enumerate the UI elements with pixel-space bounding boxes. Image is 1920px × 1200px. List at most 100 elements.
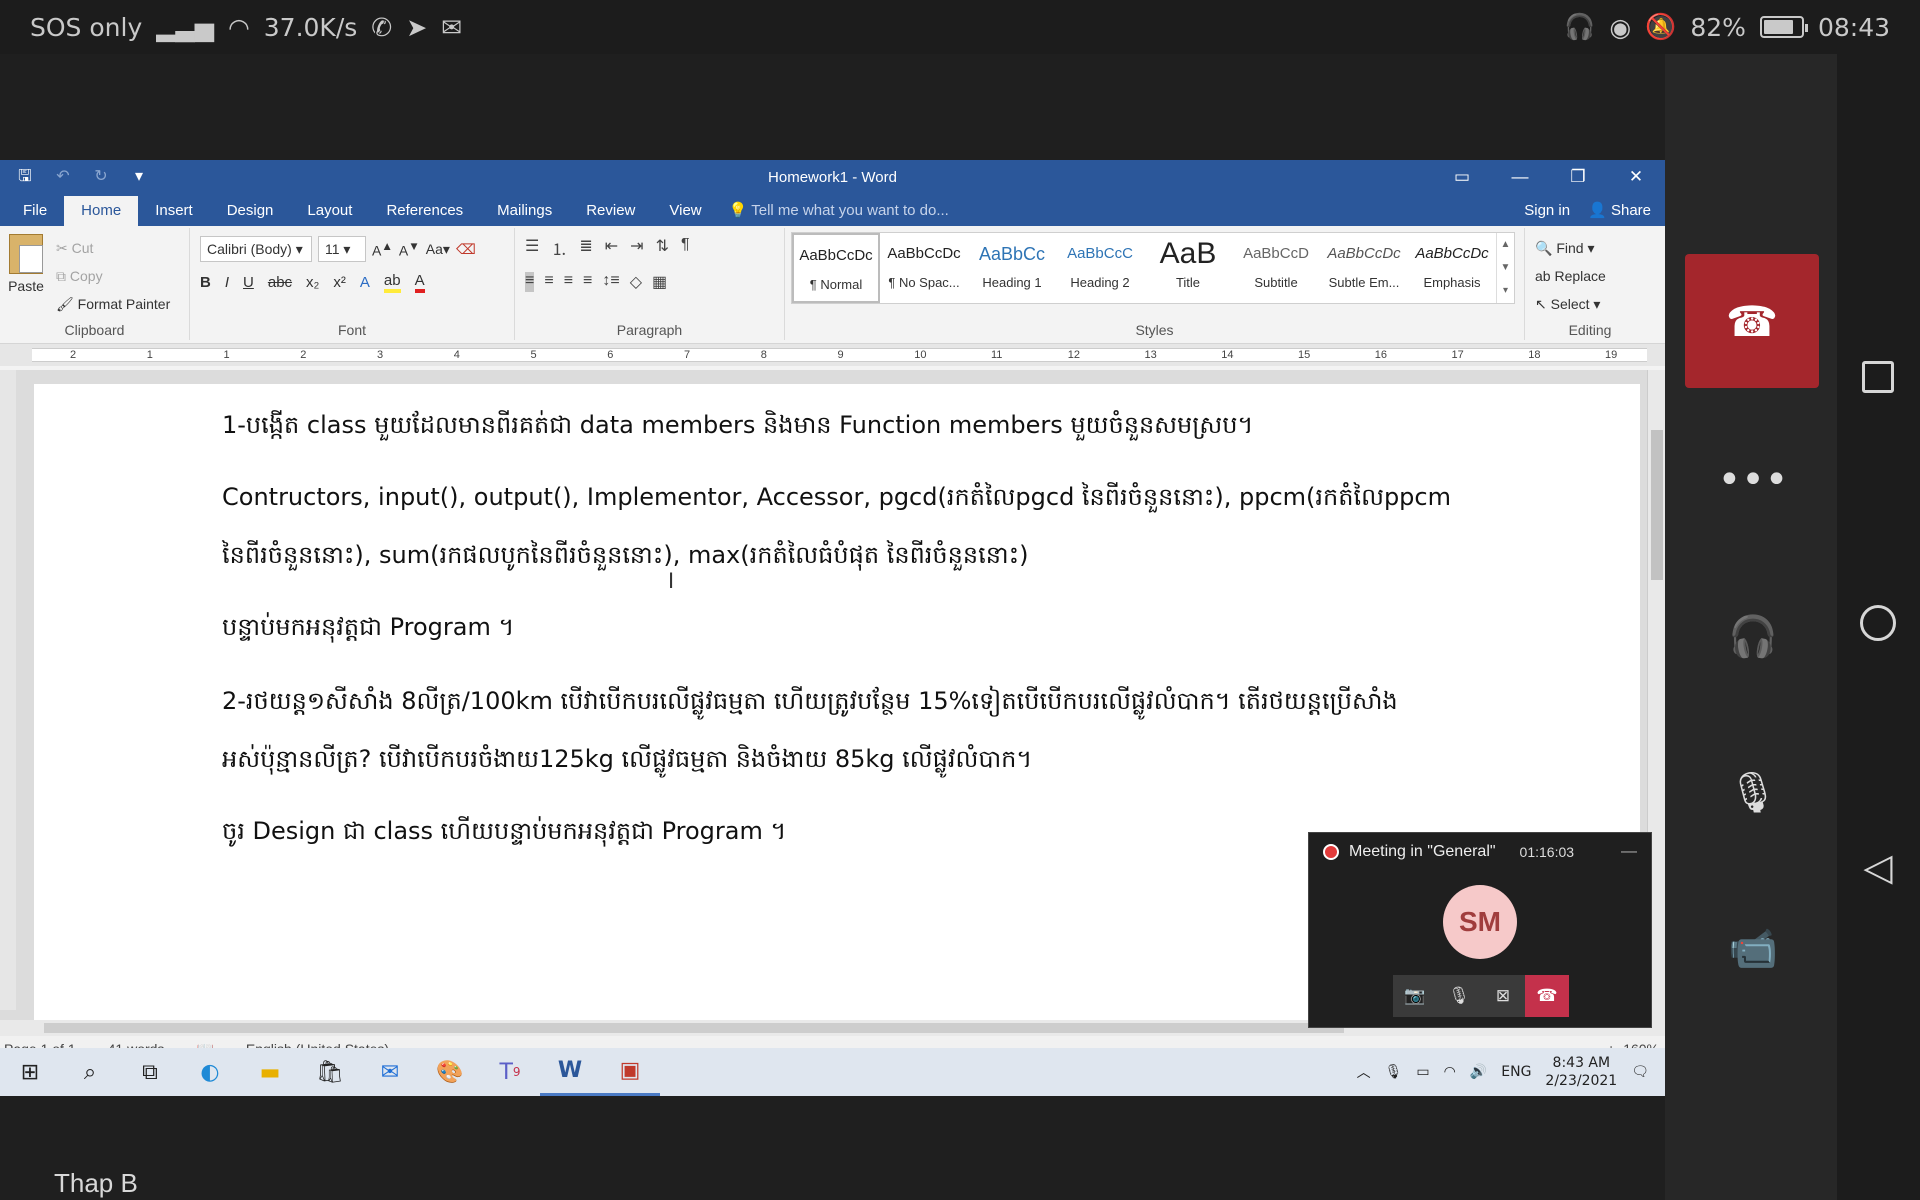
tab-review[interactable]: Review [569, 196, 652, 226]
style-emphasis[interactable]: AaBbCcDc Emphasis [1408, 233, 1496, 303]
more-options-button[interactable]: ••• [1715, 442, 1791, 518]
notification-icon[interactable]: 🗨 [1631, 1064, 1649, 1080]
font-color-icon[interactable]: A [414, 272, 425, 293]
text-effects-icon[interactable]: A [360, 274, 370, 291]
italic-icon[interactable]: I [225, 274, 229, 291]
align-center-icon[interactable]: ≡ [544, 272, 553, 292]
style-heading-1[interactable]: AaBbCc Heading 1 [968, 233, 1056, 303]
hang-up-button[interactable]: ☎ [1685, 254, 1819, 388]
superscript-icon[interactable]: x² [333, 274, 346, 291]
style-subtle-emphasis[interactable]: AaBbCcDc Subtle Em... [1320, 233, 1408, 303]
select-button[interactable]: ↖ Select ▾ [1535, 290, 1606, 318]
task-view-button[interactable]: ⧉ [120, 1048, 180, 1096]
mic-tray-icon[interactable]: 🎙 [1385, 1064, 1403, 1080]
horizontal-scroll-thumb[interactable] [44, 1023, 1344, 1033]
redo-icon[interactable]: ↻ [92, 168, 110, 186]
subscript-icon[interactable]: x₂ [306, 274, 319, 291]
style-title[interactable]: AaB Title [1144, 233, 1232, 303]
shrink-font-icon[interactable]: A▼ [399, 240, 420, 259]
close-button[interactable]: ✕ [1607, 167, 1665, 187]
mail-button[interactable]: ✉ [360, 1048, 420, 1096]
tab-view[interactable]: View [652, 196, 718, 226]
store-button[interactable]: 🛍 [300, 1048, 360, 1096]
undo-icon[interactable]: ↶ [54, 168, 72, 186]
style-heading-2[interactable]: AaBbCcC Heading 2 [1056, 233, 1144, 303]
recents-button[interactable] [1855, 354, 1901, 400]
strikethrough-icon[interactable]: abc [268, 274, 292, 291]
teams-button[interactable]: T9 [480, 1048, 540, 1096]
file-explorer-button[interactable]: ▬ [240, 1048, 300, 1096]
edge-button[interactable]: ◐ [180, 1048, 240, 1096]
mic-button[interactable]: 🎙 [1437, 975, 1481, 1017]
tab-references[interactable]: References [369, 196, 480, 226]
volume-icon[interactable]: 🔊 [1470, 1064, 1487, 1080]
show-marks-icon[interactable]: ¶ [681, 236, 690, 260]
replace-button[interactable]: ab Replace [1535, 262, 1606, 290]
meeting-panel[interactable]: Meeting in "General" 01:16:03 — SM 📷 🎙 ⊠… [1308, 832, 1652, 1028]
sort-icon[interactable]: ⇅ [656, 236, 669, 260]
paint-button[interactable]: 🎨 [420, 1048, 480, 1096]
increase-indent-icon[interactable]: ⇥ [630, 236, 643, 260]
bold-icon[interactable]: B [200, 274, 211, 291]
tab-file[interactable]: File [6, 196, 64, 226]
restore-button[interactable]: ❐ [1549, 167, 1607, 187]
styles-scroll[interactable]: ▲ ▼ ▾ [1496, 233, 1514, 303]
camera-off-button[interactable]: 📷 [1393, 975, 1437, 1017]
align-right-icon[interactable]: ≡ [564, 272, 573, 292]
justify-icon[interactable]: ≡ [583, 272, 592, 292]
end-call-button[interactable]: ☎ [1525, 975, 1569, 1017]
borders-icon[interactable]: ▦ [652, 272, 667, 292]
tab-mailings[interactable]: Mailings [480, 196, 569, 226]
network-tray-icon[interactable]: ◠ [1444, 1064, 1456, 1080]
align-left-icon[interactable]: ≡ [525, 272, 535, 292]
font-size-select[interactable]: 11 ▾ [318, 236, 366, 262]
tab-layout[interactable]: Layout [290, 196, 369, 226]
share-button[interactable]: 👤 Share [1588, 196, 1651, 226]
shading-icon[interactable]: ◇ [630, 272, 642, 292]
numbering-icon[interactable]: ⒈ [551, 236, 567, 260]
taskbar-clock[interactable]: 8:43 AM 2/23/2021 [1545, 1054, 1617, 1090]
sign-in-link[interactable]: Sign in [1524, 196, 1570, 226]
font-name-select[interactable]: Calibri (Body) ▾ [200, 236, 312, 262]
minimize-button[interactable]: — [1491, 167, 1549, 187]
save-icon[interactable]: 🖫 [16, 168, 34, 186]
style-no-spacing[interactable]: AaBbCcDc ¶ No Spac... [880, 233, 968, 303]
format-painter-button[interactable]: 🖌 Format Painter [56, 290, 170, 318]
tell-me-box[interactable]: 💡 Tell me what you want to do... [729, 196, 949, 226]
minimize-panel-button[interactable]: — [1621, 843, 1637, 861]
paste-button[interactable]: Paste [6, 234, 46, 294]
back-button[interactable]: ◁ [1855, 844, 1901, 890]
copy-button[interactable]: ⧉ Copy [56, 262, 170, 290]
grow-font-icon[interactable]: A▲ [372, 240, 393, 259]
stop-share-button[interactable]: ⊠ [1481, 975, 1525, 1017]
app-taskbar-button[interactable]: ▣ [600, 1048, 660, 1096]
decrease-indent-icon[interactable]: ⇤ [605, 236, 618, 260]
vertical-scroll-thumb[interactable] [1651, 430, 1663, 580]
tab-design[interactable]: Design [210, 196, 291, 226]
search-button[interactable]: ⌕ [60, 1048, 120, 1096]
clear-formatting-icon[interactable]: ⌫ [456, 241, 476, 258]
customize-qat-icon[interactable]: ▾ [130, 168, 148, 186]
word-taskbar-button[interactable]: W [540, 1048, 600, 1096]
audio-device-button[interactable]: 🎧 [1715, 598, 1791, 674]
find-button[interactable]: 🔍 Find ▾ [1535, 234, 1606, 262]
underline-icon[interactable]: U [243, 274, 254, 291]
bullets-icon[interactable]: ☰ [525, 236, 539, 260]
home-button[interactable] [1855, 600, 1901, 646]
style-normal[interactable]: AaBbCcDc ¶ Normal [792, 233, 880, 303]
highlight-icon[interactable]: ab [383, 272, 401, 293]
line-spacing-icon[interactable]: ↕≡ [602, 272, 619, 292]
tab-insert[interactable]: Insert [138, 196, 210, 226]
input-language[interactable]: ENG [1501, 1064, 1531, 1080]
battery-tray-icon[interactable]: ▭ [1416, 1064, 1429, 1080]
cut-button[interactable]: ✂ Cut [56, 234, 170, 262]
video-button[interactable]: 📹 [1715, 910, 1791, 986]
ribbon-display-icon[interactable]: ▭ [1433, 167, 1491, 187]
change-case-icon[interactable]: Aa▾ [426, 241, 450, 258]
style-subtitle[interactable]: AaBbCcD Subtitle [1232, 233, 1320, 303]
multilevel-list-icon[interactable]: ≣ [579, 236, 592, 260]
start-button[interactable]: ⊞ [0, 1048, 60, 1096]
mute-button[interactable]: 🎙 [1715, 754, 1791, 830]
show-hidden-icon[interactable]: ︿ [1357, 1062, 1371, 1082]
tab-home[interactable]: Home [64, 196, 139, 226]
